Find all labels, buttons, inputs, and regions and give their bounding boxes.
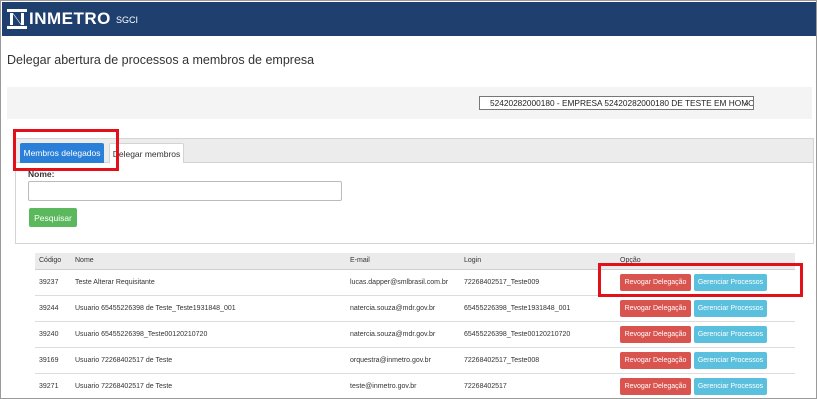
highlight-box-tab xyxy=(13,129,119,171)
cell-nome: Usuario 72268402517 de Teste xyxy=(71,373,346,398)
column-header-login: Login xyxy=(460,253,616,270)
revogar-delegacao-button[interactable]: Revogar Delegação xyxy=(620,351,691,369)
revogar-delegacao-button[interactable]: Revogar Delegação xyxy=(620,299,691,317)
cell-codigo: 39240 xyxy=(35,321,71,348)
cell-email: natercia.souza@mdr.gov.br xyxy=(346,321,460,348)
logo-text: INMETRO xyxy=(29,9,111,28)
cell-email: teste@inmetro.gov.br xyxy=(346,373,460,398)
gerenciar-processos-button[interactable]: Gerenciar Processos xyxy=(694,351,767,369)
table-row: 39240 Usuario 65455226398_Teste001202107… xyxy=(35,321,795,348)
cell-login: 72268402517_Teste008 xyxy=(460,347,616,374)
tabs-panel: Membros delegados Delegar membros Nome: … xyxy=(15,138,814,244)
cell-nome: Usuario 65455226398 de Teste_Teste193184… xyxy=(71,295,346,322)
search-button[interactable]: Pesquisar xyxy=(29,208,77,227)
table-row: 39271 Usuario 72268402517 de Teste teste… xyxy=(35,373,795,398)
cell-opcao: Revogar Delegação Gerenciar Processos xyxy=(616,347,795,374)
cell-nome: Usuario 72268402517 de Teste xyxy=(71,347,346,374)
inmetro-logo[interactable]: INMETRO xyxy=(7,8,111,30)
company-select[interactable]: 52420282000180 - EMPRESA 52420282000180 … xyxy=(479,96,754,110)
nav-item-sgci[interactable]: SGCI xyxy=(116,15,138,25)
cell-login: 65455226398_Teste00120210720 xyxy=(460,321,616,348)
tab-delegar-membros[interactable]: Delegar membros xyxy=(109,143,184,163)
table-row: 39169 Usuario 72268402517 de Teste orque… xyxy=(35,347,795,374)
column-header-nome: Nome xyxy=(71,253,346,270)
inmetro-logo-icon xyxy=(7,9,27,29)
cell-nome: Teste Alterar Requisitante xyxy=(71,269,346,296)
cell-opcao: Revogar Delegação Gerenciar Processos xyxy=(616,295,795,322)
cell-codigo: 39237 xyxy=(35,269,71,296)
highlight-box-buttons xyxy=(598,263,803,297)
revogar-delegacao-button[interactable]: Revogar Delegação xyxy=(620,325,691,343)
cell-login: 72268402517_Teste009 xyxy=(460,269,616,296)
column-header-codigo: Código xyxy=(35,253,71,270)
top-navbar: INMETRO SGCI xyxy=(2,2,816,36)
company-panel: 52420282000180 - EMPRESA 52420282000180 … xyxy=(7,87,812,119)
cell-login: 65455226398_Teste1931848_001 xyxy=(460,295,616,322)
page-title: Delegar abertura de processos a membros … xyxy=(7,53,315,67)
column-header-email: E-mail xyxy=(346,253,460,270)
cell-nome: Usuario 65455226398_Teste00120210720 xyxy=(71,321,346,348)
nome-input[interactable] xyxy=(28,181,342,201)
chevron-down-icon: ⌄ xyxy=(743,98,750,107)
cell-opcao: Revogar Delegação Gerenciar Processos xyxy=(616,321,795,348)
gerenciar-processos-button[interactable]: Gerenciar Processos xyxy=(694,377,767,395)
cell-codigo: 39169 xyxy=(35,347,71,374)
gerenciar-processos-button[interactable]: Gerenciar Processos xyxy=(694,299,767,317)
table-row: 39244 Usuario 65455226398 de Teste_Teste… xyxy=(35,295,795,322)
revogar-delegacao-button[interactable]: Revogar Delegação xyxy=(620,377,691,395)
cell-email: orquestra@inmetro.gov.br xyxy=(346,347,460,374)
gerenciar-processos-button[interactable]: Gerenciar Processos xyxy=(694,325,767,343)
cell-email: natercia.souza@mdr.gov.br xyxy=(346,295,460,322)
cell-login: 72268402517 xyxy=(460,373,616,398)
tabs-bar: Membros delegados Delegar membros xyxy=(16,139,813,163)
cell-codigo: 39244 xyxy=(35,295,71,322)
cell-codigo: 39271 xyxy=(35,373,71,398)
cell-email: lucas.dapper@smlbrasil.com.br xyxy=(346,269,460,296)
app-window: INMETRO SGCI Delegar abertura de process… xyxy=(0,0,817,399)
company-select-value: 52420282000180 - EMPRESA 52420282000180 … xyxy=(490,98,754,108)
cell-opcao: Revogar Delegação Gerenciar Processos xyxy=(616,373,795,398)
